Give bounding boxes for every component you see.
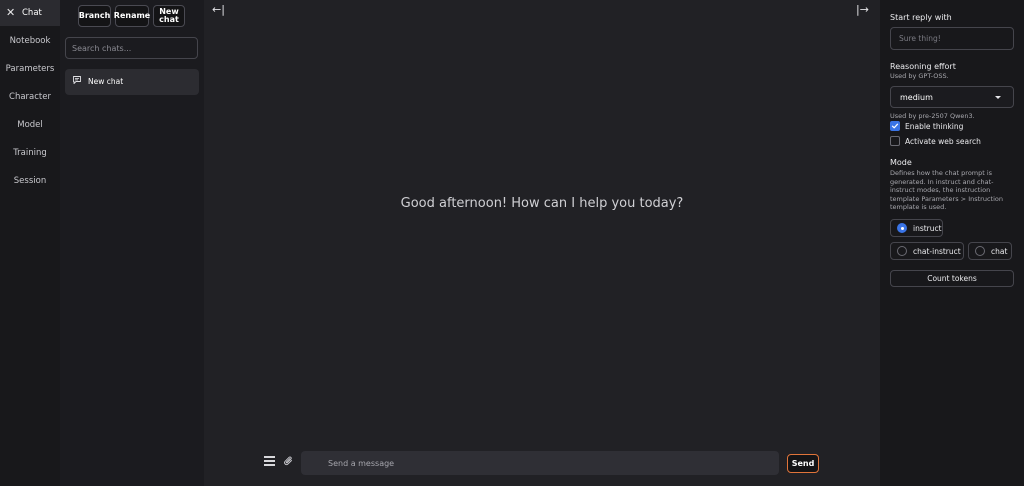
start-reply-label: Start reply with <box>890 13 952 22</box>
new-chat-button[interactable]: New chat <box>153 5 185 27</box>
chat-bubble-icon <box>72 75 82 88</box>
nav-item-label: Chat <box>22 8 42 18</box>
rename-button[interactable]: Rename <box>114 5 150 27</box>
send-button[interactable]: Send <box>787 454 819 473</box>
nav-item-parameters[interactable]: Parameters <box>0 64 60 74</box>
close-icon[interactable]: ✕ <box>6 0 15 26</box>
left-nav: ✕ Chat Notebook Parameters Character Mod… <box>0 0 60 486</box>
reasoning-effort-label: Reasoning effort <box>890 62 956 71</box>
mode-option-label: chat <box>991 246 1008 256</box>
enable-thinking-label: Enable thinking <box>905 121 964 131</box>
start-reply-input[interactable] <box>890 27 1014 50</box>
web-search-checkbox[interactable]: Activate web search <box>890 136 981 146</box>
nav-item-session[interactable]: Session <box>0 176 60 186</box>
thinking-sub: Used by pre-2507 Qwen3. <box>890 112 975 120</box>
count-tokens-button[interactable]: Count tokens <box>890 270 1014 287</box>
mode-option-label: instruct <box>913 223 942 233</box>
mode-description: Defines how the chat prompt is generated… <box>890 169 1003 212</box>
nav-item-chat[interactable]: ✕ Chat <box>0 0 60 26</box>
greeting-message: Good afternoon! How can I help you today… <box>400 196 684 211</box>
chat-list-item-label: New chat <box>88 77 124 86</box>
right-settings-panel: Start reply with Reasoning effort Used b… <box>880 0 1024 486</box>
nav-item-notebook[interactable]: Notebook <box>0 36 60 46</box>
caret-down-icon <box>995 96 1001 99</box>
enable-thinking-checkbox[interactable]: Enable thinking <box>890 121 963 131</box>
radio-selected-icon[interactable] <box>897 223 907 233</box>
mode-option-instruct[interactable]: instruct <box>890 219 943 237</box>
radio-unselected-icon[interactable] <box>897 246 907 256</box>
menu-icon[interactable] <box>264 456 275 466</box>
chat-list-panel: Branch Rename New chat New chat <box>60 0 204 486</box>
branch-button[interactable]: Branch <box>78 5 111 27</box>
message-bar: Send <box>204 451 880 475</box>
search-chats-input[interactable] <box>65 37 198 59</box>
paperclip-icon[interactable] <box>283 455 294 470</box>
nav-item-training[interactable]: Training <box>0 148 60 158</box>
chat-list-item[interactable]: New chat <box>65 69 199 95</box>
main-chat-area: ←| |→ Good afternoon! How can I help you… <box>204 0 880 486</box>
message-input[interactable] <box>301 451 779 475</box>
reasoning-effort-select[interactable]: medium <box>890 86 1014 108</box>
collapse-right-icon[interactable]: |→ <box>856 3 869 16</box>
collapse-left-icon[interactable]: ←| <box>212 3 225 16</box>
mode-option-chat[interactable]: chat <box>968 242 1012 260</box>
nav-item-character[interactable]: Character <box>0 92 60 102</box>
reasoning-effort-value: medium <box>900 93 933 102</box>
checkbox-checked-icon[interactable] <box>890 121 900 131</box>
mode-label: Mode <box>890 158 912 167</box>
mode-option-label: chat-instruct <box>913 246 961 256</box>
radio-unselected-icon[interactable] <box>975 246 985 256</box>
web-search-label: Activate web search <box>905 136 981 146</box>
mode-option-chat-instruct[interactable]: chat-instruct <box>890 242 964 260</box>
reasoning-effort-sub: Used by GPT-OSS. <box>890 72 949 80</box>
checkbox-unchecked-icon[interactable] <box>890 136 900 146</box>
nav-item-model[interactable]: Model <box>0 120 60 130</box>
